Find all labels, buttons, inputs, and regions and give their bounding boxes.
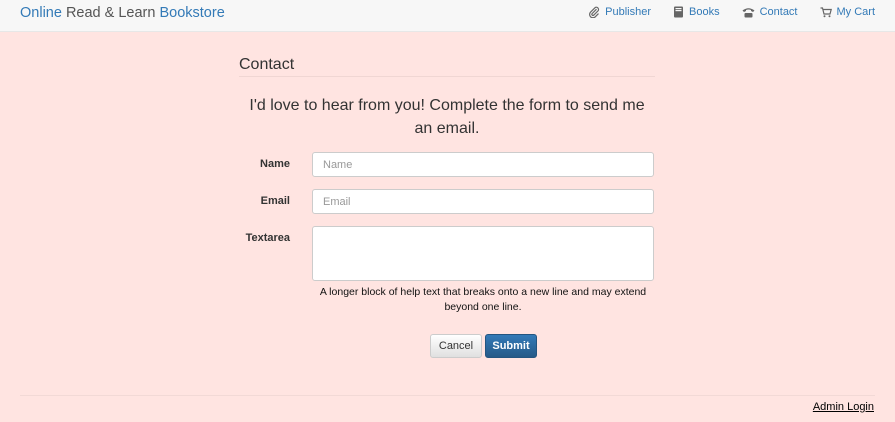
submit-button[interactable]: Submit — [485, 334, 537, 358]
nav-item-contact[interactable]: Contact — [742, 6, 798, 18]
cart-icon — [820, 6, 832, 18]
help-text: A longer block of help text that breaks … — [319, 286, 647, 313]
brand-part-read-learn: Read & Learn — [61, 5, 160, 21]
nav-label-my-cart: My Cart — [836, 6, 876, 18]
email-input[interactable] — [312, 189, 654, 214]
email-label: Email — [260, 195, 290, 207]
footer-divider — [20, 395, 875, 396]
textarea-label: Textarea — [245, 232, 290, 244]
brand-part-online: Online — [20, 5, 62, 21]
name-input[interactable] — [312, 152, 654, 177]
cancel-button[interactable]: Cancel — [430, 334, 482, 358]
name-label: Name — [260, 158, 290, 170]
brand-part-bookstore: Bookstore — [159, 5, 225, 21]
contact-form: Name Email Textarea A longer block of he… — [239, 0, 655, 422]
nav-label-contact: Contact — [759, 6, 798, 18]
brand-logo[interactable]: Online Read & Learn Bookstore — [20, 5, 225, 21]
nav-item-my-cart[interactable]: My Cart — [820, 6, 876, 18]
admin-login-link[interactable]: Admin Login — [813, 401, 874, 413]
nav-label-books: Books — [689, 6, 720, 18]
nav-item-books[interactable]: Books — [673, 6, 720, 18]
phone-icon — [742, 7, 755, 18]
book-icon — [673, 6, 684, 18]
message-textarea[interactable] — [312, 226, 654, 281]
